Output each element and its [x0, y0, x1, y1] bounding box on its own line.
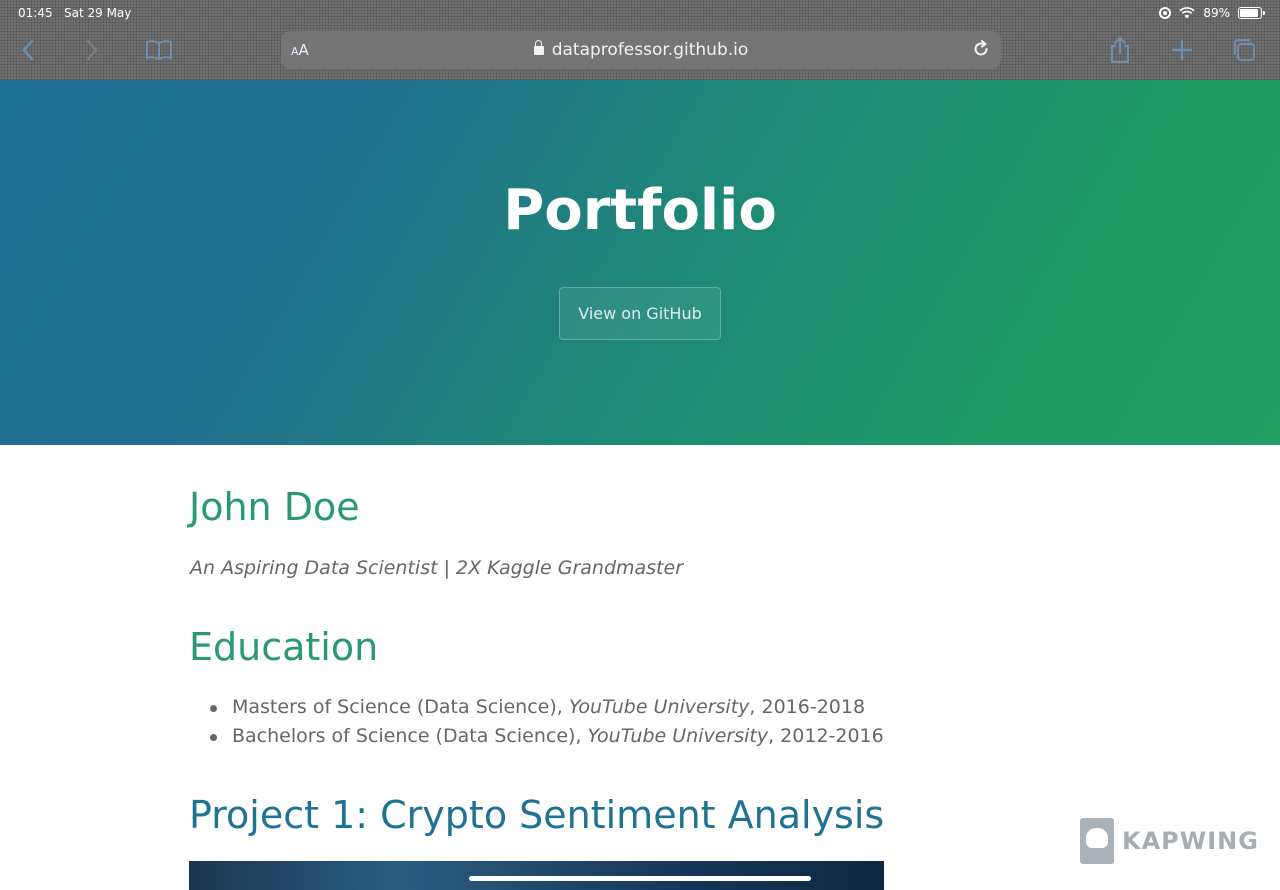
tabs-icon [1234, 39, 1255, 61]
browser-chrome: 01:45 Sat 29 May 89% AA dataprofessor.gi… [0, 0, 1280, 80]
reload-button[interactable] [971, 39, 991, 63]
school: YouTube University [587, 725, 769, 747]
new-tab-icon [1171, 39, 1193, 61]
degree: Masters of Science (Data Science), [232, 696, 569, 718]
hero-banner: Portfolio View on GitHub [0, 80, 1280, 445]
kapwing-logo-icon [1080, 818, 1114, 864]
status-bar: 01:45 Sat 29 May 89% [0, 4, 1280, 22]
new-tab-button[interactable] [1166, 34, 1198, 66]
back-button[interactable] [12, 34, 44, 66]
forward-button[interactable] [76, 34, 108, 66]
page-title: Portfolio [503, 178, 777, 243]
bookmarks-icon [146, 40, 172, 61]
profile-tagline: An Aspiring Data Scientist | 2X Kaggle G… [190, 557, 684, 579]
screen-recording-icon [1159, 7, 1172, 19]
bookmarks-button[interactable] [143, 34, 175, 66]
list-item: Bachelors of Science (Data Science), You… [189, 722, 884, 751]
battery-icon [1238, 7, 1265, 19]
education-list: Masters of Science (Data Science), YouTu… [189, 693, 884, 751]
kapwing-watermark: KAPWING [1080, 818, 1259, 864]
years: , 2016-2018 [749, 696, 866, 718]
reload-icon [974, 40, 988, 56]
status-right: 89% [1159, 6, 1265, 20]
url-text: dataprofessor.github.io [551, 40, 749, 60]
project-heading: Project 1: Crypto Sentiment Analysis [189, 793, 885, 837]
address-bar[interactable]: AA dataprofessor.github.io [281, 31, 1001, 69]
years: , 2012-2016 [768, 725, 884, 747]
list-item: Masters of Science (Data Science), YouTu… [189, 693, 884, 722]
education-heading: Education [189, 625, 379, 669]
back-icon [22, 39, 34, 61]
lock-icon [533, 40, 544, 55]
home-indicator[interactable] [469, 876, 811, 881]
profile-name: John Doe [189, 485, 360, 529]
status-date: Sat 29 May [64, 6, 132, 20]
degree: Bachelors of Science (Data Science), [232, 725, 588, 747]
share-button[interactable] [1104, 34, 1136, 66]
tabs-overview-button[interactable] [1228, 34, 1260, 66]
share-icon [1111, 36, 1129, 63]
view-on-github-button[interactable]: View on GitHub [559, 287, 721, 340]
school: YouTube University [568, 696, 750, 718]
forward-icon [86, 39, 98, 61]
kapwing-text: KAPWING [1122, 827, 1259, 855]
url-display[interactable]: dataprofessor.github.io [281, 40, 1001, 60]
status-time: 01:45 [18, 6, 53, 20]
wifi-icon [1179, 7, 1195, 19]
battery-percent: 89% [1203, 6, 1230, 20]
